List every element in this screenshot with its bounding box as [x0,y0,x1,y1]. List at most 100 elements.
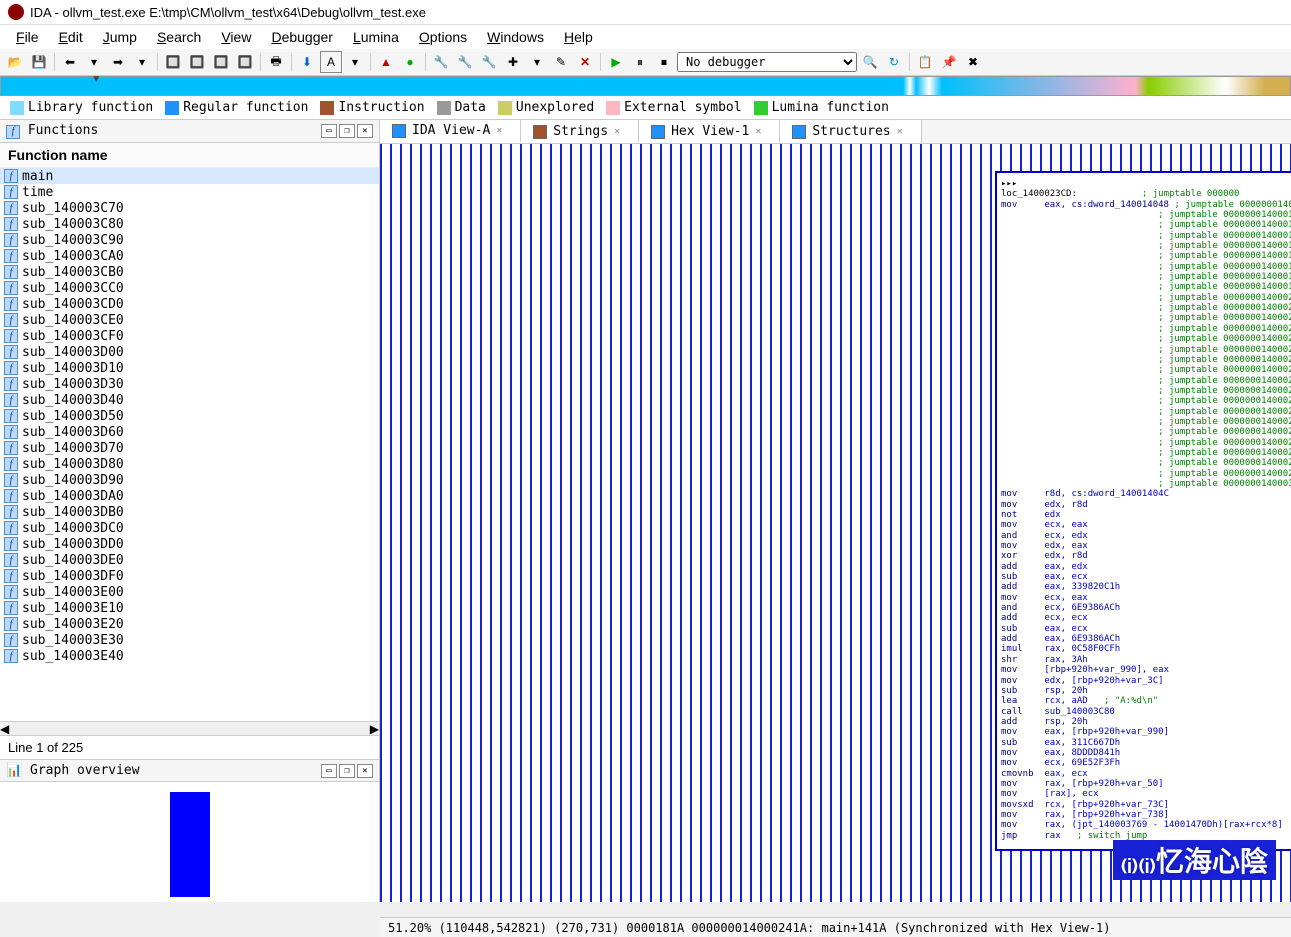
menu-edit[interactable]: Edit [51,27,91,47]
tab-ida-view-a[interactable]: IDA View-A✕ [380,120,521,143]
function-row[interactable]: fsub_140003DF0 [0,568,379,584]
tb-z1[interactable]: 📋 [914,51,936,73]
function-row[interactable]: fsub_140003CE0 [0,312,379,328]
function-row[interactable]: fsub_140003E20 [0,616,379,632]
graph-overview-canvas[interactable] [0,782,379,902]
tab-close-icon[interactable]: ✕ [614,126,626,138]
menu-search[interactable]: Search [149,27,209,47]
tb-x2[interactable]: 🔧 [454,51,476,73]
function-row[interactable]: fsub_140003C70 [0,200,379,216]
graph-node[interactable]: ▸▸▸ loc_1400023CD: ; jumptable 000000 mo… [995,171,1291,851]
gov-restore-icon[interactable]: ❐ [339,764,355,778]
panel-minimize-icon[interactable]: ▭ [321,124,337,138]
seg4-button[interactable]: 🔲 [234,51,256,73]
function-row[interactable]: fsub_140003CD0 [0,296,379,312]
function-row[interactable]: fsub_140003D80 [0,456,379,472]
menu-debugger[interactable]: Debugger [263,27,341,47]
function-row[interactable]: fsub_140003D40 [0,392,379,408]
function-row[interactable]: fsub_140003D70 [0,440,379,456]
function-row[interactable]: fsub_140003C80 [0,216,379,232]
function-row[interactable]: fsub_140003D60 [0,424,379,440]
tb-x4[interactable]: ✚ [502,51,524,73]
function-row[interactable]: fsub_140003D10 [0,360,379,376]
function-row[interactable]: fsub_140003DB0 [0,504,379,520]
function-row[interactable]: fsub_140003DC0 [0,520,379,536]
delete-button[interactable]: ✕ [574,51,596,73]
function-row[interactable]: fsub_140003CF0 [0,328,379,344]
menu-options[interactable]: Options [411,27,475,47]
tab-close-icon[interactable]: ✕ [755,126,767,138]
seg-button[interactable]: 🔲 [162,51,184,73]
go-icon[interactable]: ● [399,51,421,73]
functions-list[interactable]: Function name fmainftimefsub_140003C70fs… [0,143,379,721]
tb-z3[interactable]: ✖ [962,51,984,73]
function-row[interactable]: fsub_140003CB0 [0,264,379,280]
ida-graph-view[interactable]: ▸▸▸ loc_1400023CD: ; jumptable 000000 mo… [380,144,1291,902]
refresh-button[interactable]: ↻ [883,51,905,73]
function-row[interactable]: fsub_140003D00 [0,344,379,360]
function-row[interactable]: fsub_140003DE0 [0,552,379,568]
function-row[interactable]: fsub_140003D90 [0,472,379,488]
function-row[interactable]: fsub_140003CC0 [0,280,379,296]
seg3-button[interactable]: 🔲 [210,51,232,73]
function-row[interactable]: fsub_140003D30 [0,376,379,392]
menu-view[interactable]: View [213,27,259,47]
tb-x6[interactable]: ✎ [550,51,572,73]
navigation-band[interactable]: ▼ [0,76,1291,96]
tab-hex-view-1[interactable]: Hex View-1 ✕ [639,120,780,143]
tab-structures[interactable]: Structures✕ [780,120,921,143]
tab-strings[interactable]: Strings✕ [521,120,639,143]
function-row[interactable]: fsub_140003DD0 [0,536,379,552]
a-button[interactable]: A [320,51,342,73]
legend-item: Regular function [165,100,308,115]
function-row[interactable]: fsub_140003CA0 [0,248,379,264]
functions-column-header[interactable]: Function name [0,143,379,168]
menu-file[interactable]: File [8,27,47,47]
function-name: sub_140003CD0 [22,297,124,312]
menu-jump[interactable]: Jump [95,27,145,47]
stop-button[interactable]: ⏹ [653,51,675,73]
panel-restore-icon[interactable]: ❐ [339,124,355,138]
function-row[interactable]: ftime [0,184,379,200]
function-row[interactable]: fsub_140003C90 [0,232,379,248]
forward-button[interactable]: ➡ [107,51,129,73]
a-drop-icon[interactable]: ▾ [344,51,366,73]
graph-overview-header: 📊 Graph overview ▭ ❐ ✕ [0,760,379,782]
panel-close-icon[interactable]: ✕ [357,124,373,138]
seg2-button[interactable]: 🔲 [186,51,208,73]
save-button[interactable]: 💾 [28,51,50,73]
menu-lumina[interactable]: Lumina [345,27,407,47]
nav-marker-icon: ▼ [91,74,101,85]
function-row[interactable]: fsub_140003DA0 [0,488,379,504]
function-row[interactable]: fsub_140003E30 [0,632,379,648]
function-row[interactable]: fsub_140003E00 [0,584,379,600]
debugger-select[interactable]: No debugger [677,52,857,72]
tb-y1[interactable]: 🔍 [859,51,881,73]
tab-close-icon[interactable]: ✕ [897,126,909,138]
menu-windows[interactable]: Windows [479,27,552,47]
function-row[interactable]: fsub_140003E10 [0,600,379,616]
function-icon: f [4,569,18,583]
function-row[interactable]: fmain [0,168,379,184]
down-button[interactable]: ⬇ [296,51,318,73]
stop-icon[interactable]: ▲ [375,51,397,73]
pause-button[interactable]: ⏸ [629,51,651,73]
tab-close-icon[interactable]: ✕ [496,125,508,137]
back-drop-icon[interactable]: ▾ [83,51,105,73]
tb-z2[interactable]: 📌 [938,51,960,73]
gov-close-icon[interactable]: ✕ [357,764,373,778]
tb-x3[interactable]: 🔧 [478,51,500,73]
tb-x1[interactable]: 🔧 [430,51,452,73]
open-button[interactable]: 📂 [4,51,26,73]
function-row[interactable]: fsub_140003E40 [0,648,379,664]
fwd-drop-icon[interactable]: ▾ [131,51,153,73]
gov-minimize-icon[interactable]: ▭ [321,764,337,778]
function-row[interactable]: fsub_140003D50 [0,408,379,424]
back-button[interactable]: ⬅ [59,51,81,73]
print-button[interactable]: 🖶 [265,51,287,73]
functions-hscroll[interactable]: ◀▶ [0,721,379,735]
tb-x5[interactable]: ▾ [526,51,548,73]
run-button[interactable]: ▶ [605,51,627,73]
menu-help[interactable]: Help [556,27,601,47]
tab-label: Hex View-1 [671,124,749,139]
